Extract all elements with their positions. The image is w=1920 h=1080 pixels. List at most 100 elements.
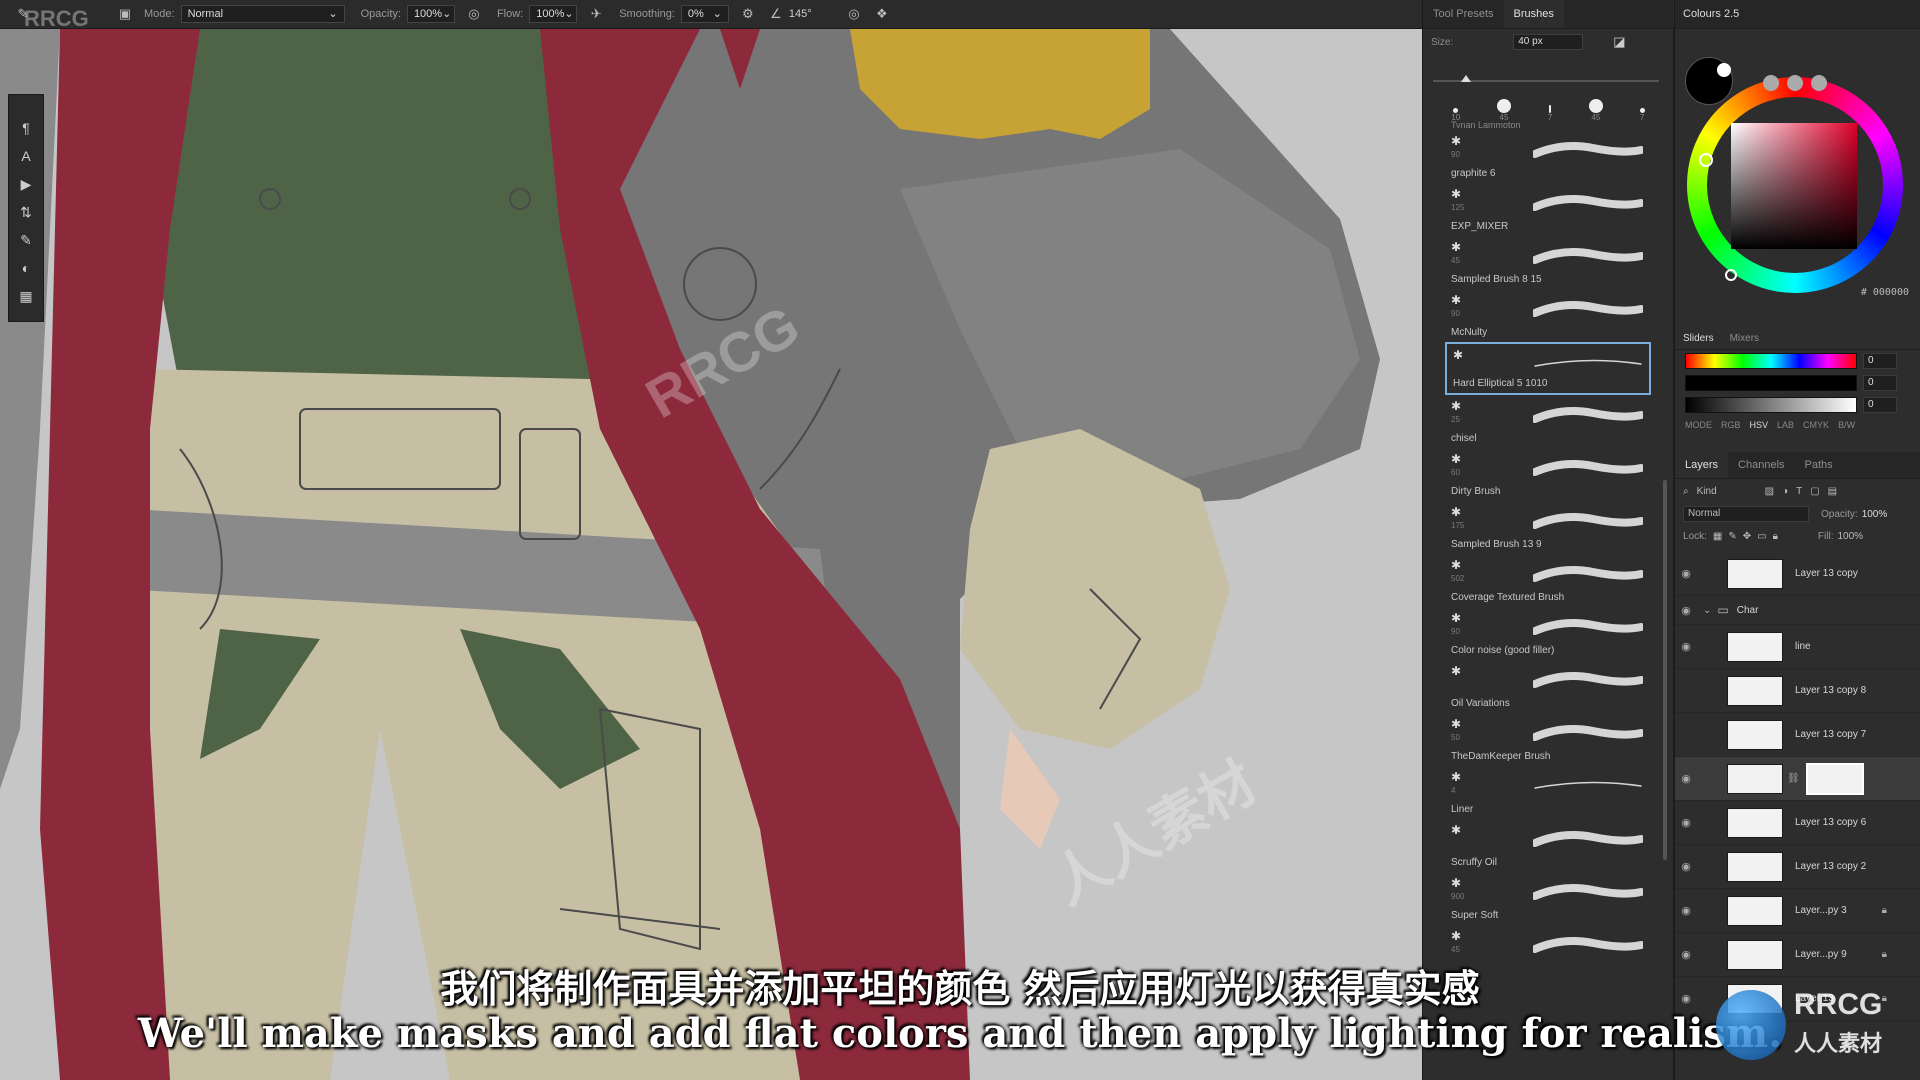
mode-select[interactable]: Normal ⌄ xyxy=(180,5,345,23)
eye-icon[interactable]: ◉ xyxy=(1675,567,1697,580)
size-input[interactable]: 40 px xyxy=(1513,34,1584,50)
palette-dot-2[interactable] xyxy=(1787,75,1803,91)
layer-row[interactable]: ◉ line xyxy=(1675,625,1920,669)
brush-item[interactable]: ✱ 502 Coverage Textured Brush xyxy=(1423,554,1659,607)
angle-value[interactable]: 145° xyxy=(789,8,835,20)
layer-row[interactable]: Layer 13 copy 8 xyxy=(1675,669,1920,713)
brush-item[interactable]: ✱ 25 chisel xyxy=(1423,395,1659,448)
lock-transparent-icon[interactable]: ▦ xyxy=(1713,531,1722,542)
brightness-slider[interactable] xyxy=(1685,397,1857,413)
brush-preset-picker-icon[interactable]: ▣ xyxy=(116,5,134,23)
layer-mask-thumbnail[interactable] xyxy=(1805,762,1864,795)
lock-all-icon[interactable]: 🔒︎ xyxy=(1773,531,1778,542)
saturation-slider[interactable] xyxy=(1685,375,1857,391)
preset-3[interactable]: 7 xyxy=(1548,105,1552,122)
adjustment-filter-icon[interactable]: ◑ xyxy=(1782,486,1788,497)
shape-filter-icon[interactable]: ▢ xyxy=(1810,486,1819,497)
lock-artboard-icon[interactable]: ▭ xyxy=(1757,531,1766,542)
tab-layers[interactable]: Layers xyxy=(1675,452,1729,478)
play-icon[interactable]: ▶ xyxy=(15,173,37,195)
brightness-value[interactable]: 0 xyxy=(1863,397,1897,413)
tab-brushes[interactable]: Brushes xyxy=(1503,0,1564,28)
saturation-square[interactable] xyxy=(1731,123,1857,249)
layer-row[interactable]: ◉ Layer 13 copy 6 xyxy=(1675,801,1920,845)
brush-item[interactable]: ✱ Hard Elliptical 5 1010 xyxy=(1445,342,1651,395)
brush-item[interactable]: ✱ 125 EXP_MIXER xyxy=(1423,183,1659,236)
kind-filter[interactable]: Kind xyxy=(1697,486,1757,497)
type-tool-icon[interactable]: A xyxy=(15,145,37,167)
palette-dot-1[interactable] xyxy=(1763,75,1779,91)
eye-icon[interactable]: ◉ xyxy=(1675,816,1697,829)
pressure-size-icon[interactable]: ◎ xyxy=(845,5,863,23)
layer-row[interactable]: ◉ Layer...py 3 🔒︎ xyxy=(1675,889,1920,933)
eye-icon[interactable]: ◉ xyxy=(1675,860,1697,873)
pressure-opacity-icon[interactable]: ◎ xyxy=(465,5,483,23)
new-brush-icon[interactable]: ◪ xyxy=(1613,34,1625,50)
brush-icon[interactable]: ✎ xyxy=(15,229,37,251)
gear-icon[interactable]: ⚙ xyxy=(739,5,757,23)
image-filter-icon[interactable]: ▨ xyxy=(1765,486,1774,497)
mode-lab[interactable]: LAB xyxy=(1777,420,1794,430)
brush-item[interactable]: ✱ 45 Sampled Brush 8 15 xyxy=(1423,236,1659,289)
link-icon[interactable]: ⛓ xyxy=(1787,773,1800,784)
eye-icon[interactable]: ◉ xyxy=(1675,640,1697,653)
hue-value[interactable]: 0 xyxy=(1863,353,1897,369)
size-slider-handle[interactable] xyxy=(1461,75,1471,82)
brush-item[interactable]: ✱ 50 TheDamKeeper Brush xyxy=(1423,713,1659,766)
layer-row[interactable]: Layer 13 copy 7 xyxy=(1675,713,1920,757)
brush-list-scrollbar[interactable] xyxy=(1663,480,1667,860)
hue-marker[interactable] xyxy=(1699,153,1713,167)
tab-channels[interactable]: Channels xyxy=(1728,452,1794,478)
background-swatch[interactable] xyxy=(1717,63,1731,77)
brush-item[interactable]: ✱ 90 Color noise (good filler) xyxy=(1423,607,1659,660)
smart-filter-icon[interactable]: ▤ xyxy=(1828,486,1837,497)
airbrush-icon[interactable]: ✈ xyxy=(587,5,605,23)
lock-pixels-icon[interactable]: ✎ xyxy=(1728,531,1736,542)
mode-rgb[interactable]: RGB xyxy=(1721,420,1741,430)
eye-icon[interactable]: ◉ xyxy=(1675,904,1697,917)
preset-4[interactable]: 45 xyxy=(1588,99,1603,122)
tab-tool-presets[interactable]: Tool Presets xyxy=(1423,0,1504,28)
mode-hsv[interactable]: HSV xyxy=(1750,420,1769,430)
fill-value[interactable]: 100% xyxy=(1837,531,1863,542)
preset-2[interactable]: 45 xyxy=(1496,99,1511,122)
layer-row[interactable]: ◉ ⛓ xyxy=(1675,757,1920,801)
tab-mixers[interactable]: Mixers xyxy=(1722,333,1767,344)
brush-item[interactable]: ✱ Scruffy Oil xyxy=(1423,819,1659,872)
size-slider[interactable] xyxy=(1433,75,1659,82)
preset-5[interactable]: 7 xyxy=(1639,108,1645,122)
mode-cmyk[interactable]: CMYK xyxy=(1803,420,1829,430)
brush-item[interactable]: ✱ 60 Dirty Brush xyxy=(1423,448,1659,501)
brush-item[interactable]: ✱ 175 Sampled Brush 13 9 xyxy=(1423,501,1659,554)
layer-group[interactable]: ◉ ⌄ ▭ Char xyxy=(1675,596,1920,625)
stamp-icon[interactable]: ▦ xyxy=(15,285,37,307)
document-canvas[interactable]: RRCG 人人素材 xyxy=(0,29,1422,1080)
opacity-input[interactable]: 100% ⌄ xyxy=(406,5,455,23)
layer-row[interactable]: ◉ Layer 13 copy xyxy=(1675,552,1920,596)
brush-item[interactable]: ✱ Oil Variations xyxy=(1423,660,1659,713)
brush-item[interactable]: ✱ 90 graphite 6 xyxy=(1423,130,1659,183)
tab-sliders[interactable]: Sliders xyxy=(1675,333,1722,344)
mode-bw[interactable]: B/W xyxy=(1838,420,1855,430)
swap-icon[interactable]: ⇅ xyxy=(15,201,37,223)
chevron-down-icon[interactable]: ⌄ xyxy=(1703,605,1711,616)
smoothing-input[interactable]: 0% ⌄ xyxy=(680,5,729,23)
hue-slider[interactable] xyxy=(1685,353,1857,369)
blend-mode-select[interactable]: Normal xyxy=(1683,506,1809,522)
layer-opacity-value[interactable]: 100% xyxy=(1862,509,1888,520)
eye-icon[interactable]: ◉ xyxy=(1675,604,1697,617)
eye-icon[interactable]: ◉ xyxy=(1675,772,1697,785)
brush-item[interactable]: ✱ 4 Liner xyxy=(1423,766,1659,819)
lock-position-icon[interactable]: ✥ xyxy=(1743,531,1751,542)
layer-row[interactable]: ◉ Layer 13 copy 2 xyxy=(1675,845,1920,889)
brush-item[interactable]: ✱ 90 McNulty xyxy=(1423,289,1659,342)
mixer-icon[interactable]: ◐ xyxy=(15,257,37,279)
brush-item[interactable]: ✱ 900 Super Soft xyxy=(1423,872,1659,925)
saturation-marker[interactable] xyxy=(1725,269,1737,281)
type-filter-icon[interactable]: T xyxy=(1796,486,1802,497)
palette-dot-3[interactable] xyxy=(1811,75,1827,91)
saturation-value[interactable]: 0 xyxy=(1863,375,1897,391)
symmetry-icon[interactable]: ❖ xyxy=(873,5,891,23)
flow-input[interactable]: 100% ⌄ xyxy=(529,5,578,23)
tab-paths[interactable]: Paths xyxy=(1795,452,1843,478)
